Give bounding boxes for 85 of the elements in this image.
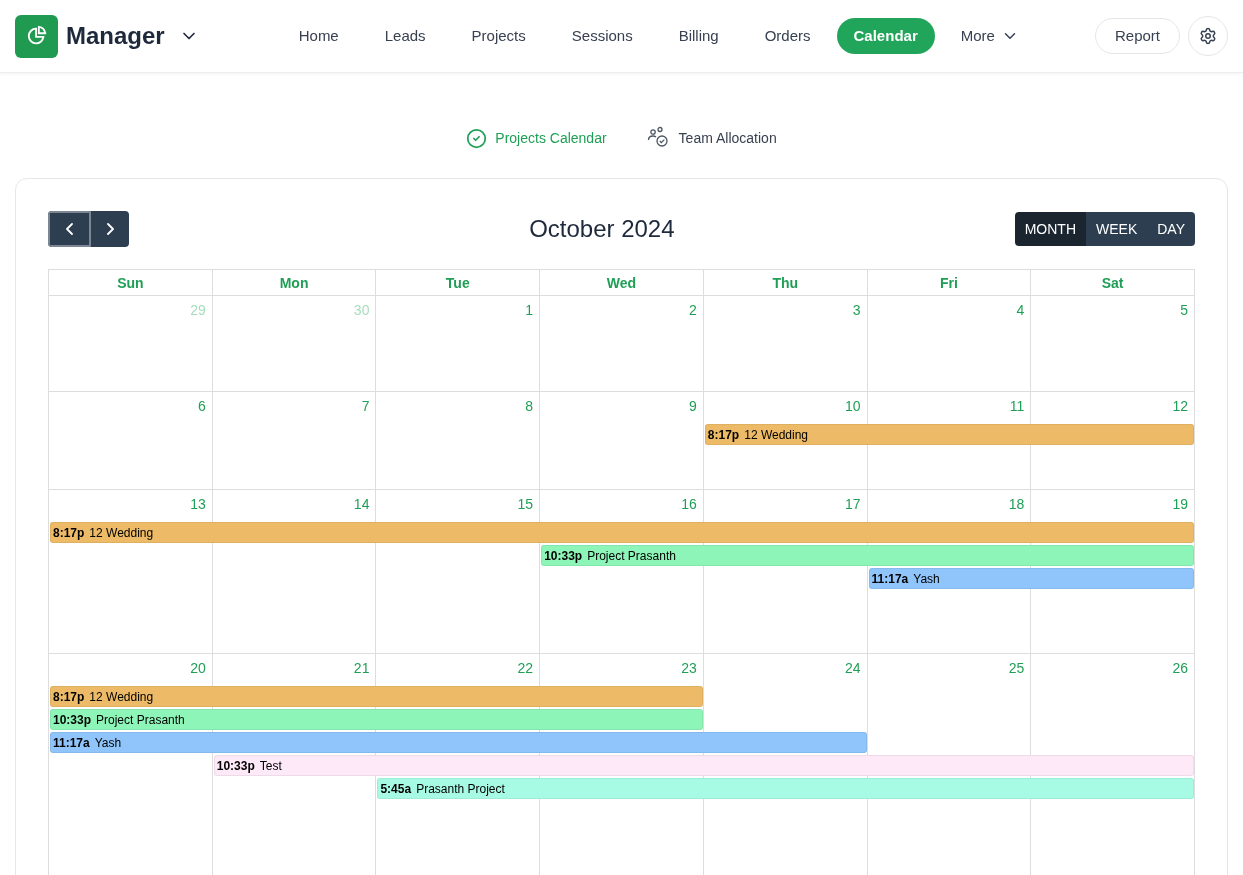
day-number: 22	[517, 660, 534, 677]
team-icon	[646, 126, 671, 150]
weekday-header: Sat	[1031, 270, 1195, 296]
day-number: 11	[1009, 398, 1025, 415]
day-number: 26	[1172, 660, 1188, 677]
nav-tab[interactable]: Orders	[744, 18, 831, 54]
day-number: 4	[1016, 302, 1025, 319]
day-number: 6	[197, 398, 206, 415]
nav-tab[interactable]: Projects	[451, 18, 546, 54]
event-title: 12 Wedding	[744, 426, 809, 444]
day-number: 30	[353, 302, 370, 319]
day-number: 18	[1008, 496, 1025, 513]
day-number: 7	[361, 398, 370, 415]
check-circle-icon	[466, 127, 488, 149]
event-time: 8:17p	[53, 524, 85, 542]
event-time: 11:17a	[871, 570, 909, 588]
day-number: 12	[1172, 398, 1188, 415]
event-time: 5:45a	[380, 780, 412, 798]
day-number: 14	[353, 496, 370, 513]
day-number: 2	[689, 302, 697, 319]
nav-tab[interactable]: More	[940, 18, 1039, 54]
calendar-event[interactable]: 10:33p Project Prasanth	[541, 545, 1194, 566]
day-number: 24	[845, 660, 861, 677]
view-button[interactable]: WEEK	[1086, 212, 1148, 246]
app-logo[interactable]	[15, 14, 58, 58]
nav-tab[interactable]: Home	[278, 18, 359, 54]
weekday-header: Wed	[540, 270, 704, 296]
event-time: 8:17p	[53, 688, 85, 706]
view-tab[interactable]: Team Allocation	[646, 126, 777, 150]
calendar-event[interactable]: 10:33p Project Prasanth	[50, 709, 703, 730]
day-number: 8	[525, 398, 534, 415]
day-number: 3	[852, 302, 861, 319]
calendar-event[interactable]: 8:17p 12 Wedding	[704, 424, 1194, 445]
day-number: 16	[681, 496, 697, 513]
calendar-event[interactable]: 11:17a Yash	[868, 568, 1194, 589]
calendar-event[interactable]: 10:33p Test	[213, 755, 1194, 776]
calendar-event[interactable]: 8:17p 12 Wedding	[50, 522, 1194, 543]
weekday-header: Sun	[49, 270, 213, 296]
weekday-header: Fri	[867, 270, 1032, 296]
day-number: 5	[1180, 302, 1188, 319]
day-number: 13	[190, 496, 206, 513]
view-button[interactable]: MONTH	[1014, 212, 1086, 246]
day-number: 29	[190, 302, 206, 319]
view-tab[interactable]: Projects Calendar	[466, 126, 607, 150]
event-title: Yash	[913, 570, 940, 588]
event-title: Project Prasanth	[587, 547, 676, 565]
calendar-title: October 2024	[529, 214, 675, 244]
day-number: 21	[353, 660, 370, 677]
weekday-header: Mon	[212, 270, 377, 296]
event-title: Test	[259, 757, 282, 775]
day-number: 17	[845, 496, 861, 513]
chevron-left-icon	[66, 223, 73, 235]
event-title: 12 Wedding	[89, 688, 154, 706]
day-number: 19	[1172, 496, 1188, 513]
event-title: Prasanth Project	[416, 780, 505, 798]
event-time: 10:33p	[53, 711, 92, 729]
nav-tab[interactable]: Billing	[658, 18, 739, 54]
weekday-header: Tue	[376, 270, 541, 296]
calendar-event[interactable]: 5:45a Prasanth Project	[377, 778, 1194, 799]
nav-tab[interactable]: Sessions	[551, 18, 653, 54]
day-number: 10	[845, 398, 861, 415]
app-name: Manager	[66, 21, 165, 51]
previous-button[interactable]	[48, 211, 91, 247]
day-number: 20	[190, 660, 206, 677]
day-number: 25	[1008, 660, 1025, 677]
day-number: 15	[517, 496, 534, 513]
event-title: Project Prasanth	[96, 711, 185, 729]
settings-icon	[1199, 27, 1217, 45]
day-number: 23	[681, 660, 697, 677]
day-number: 1	[525, 302, 534, 319]
nav-tab[interactable]: Leads	[364, 18, 446, 54]
calendar-event[interactable]: 8:17p 12 Wedding	[50, 686, 703, 707]
next-button[interactable]	[91, 211, 129, 247]
day-number: 9	[689, 398, 697, 415]
calendar-event[interactable]: 11:17a Yash	[50, 732, 867, 753]
pie-chart-icon	[25, 25, 48, 47]
event-title: Yash	[94, 734, 122, 752]
event-title: 12 Wedding	[89, 524, 154, 542]
event-time: 11:17a	[53, 734, 90, 752]
event-time: 10:33p	[216, 757, 255, 775]
view-button[interactable]: DAY	[1147, 212, 1195, 246]
chevron-right-icon	[106, 223, 114, 235]
weekday-header: Thu	[703, 270, 868, 296]
event-time: 10:33p	[544, 547, 583, 565]
event-time: 8:17p	[707, 426, 740, 444]
